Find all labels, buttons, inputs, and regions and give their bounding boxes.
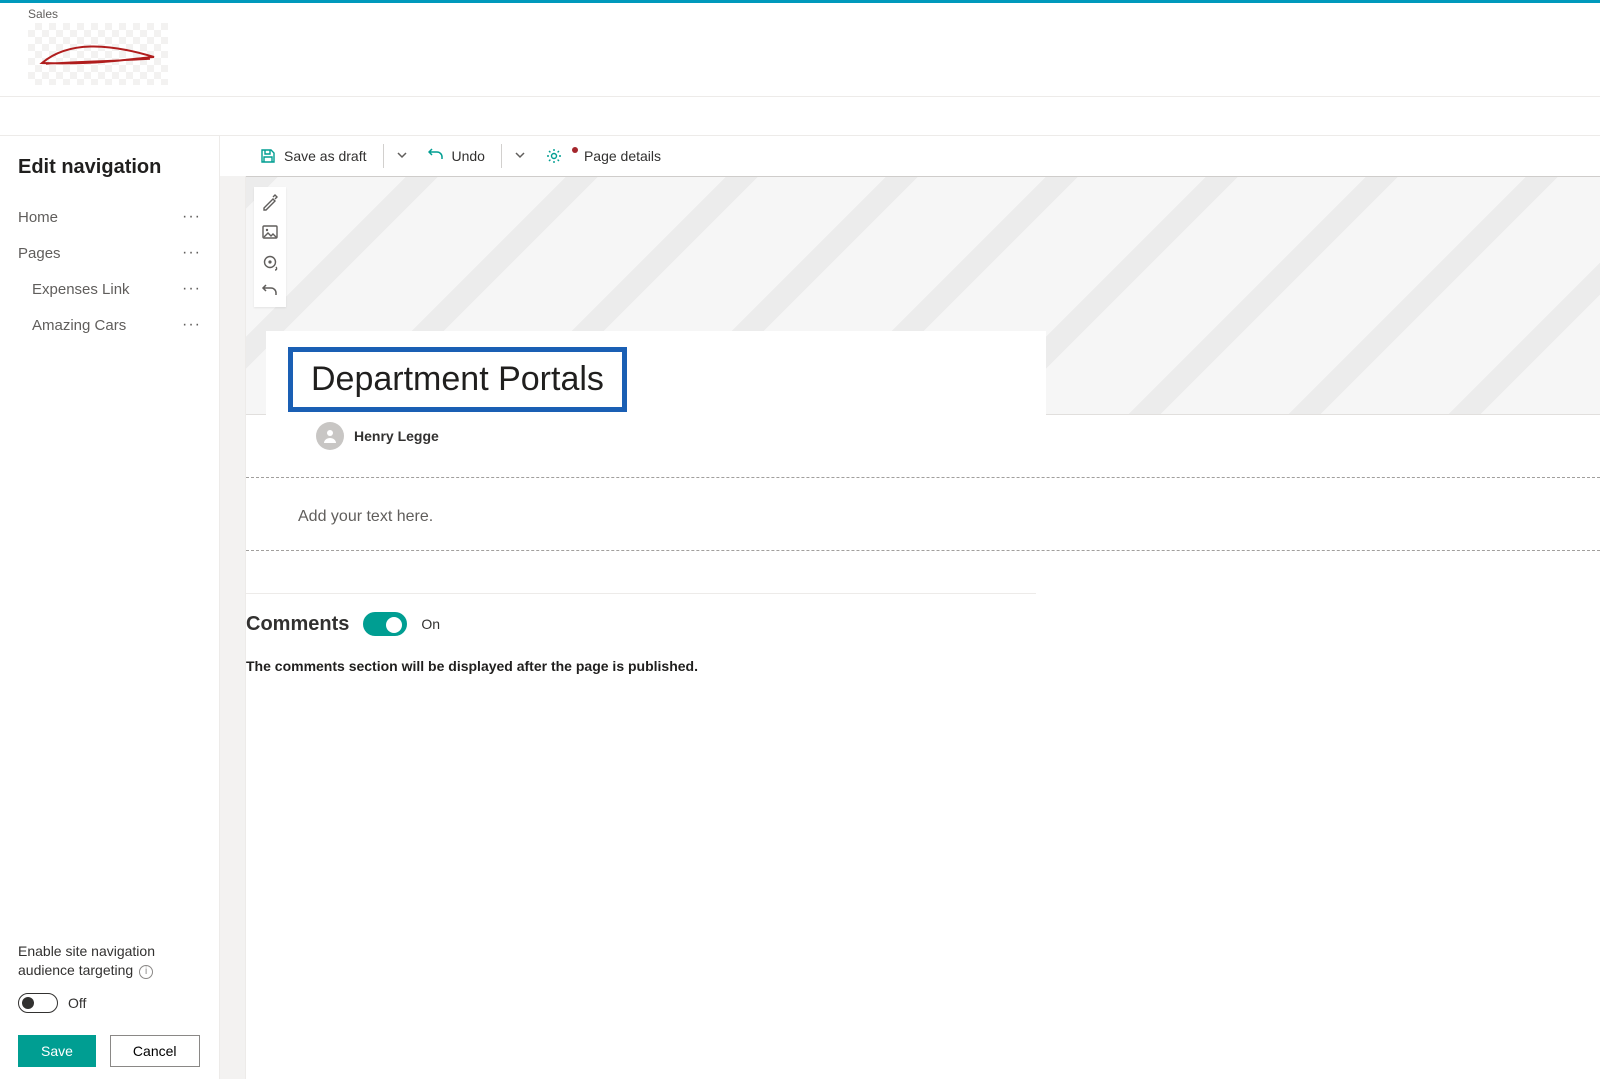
save-as-draft-label: Save as draft: [284, 148, 367, 164]
page-editor: Save as draft Undo Page details: [220, 136, 1600, 1079]
command-bar: Save as draft Undo Page details: [220, 136, 1600, 176]
site-header: Sales: [0, 3, 1600, 97]
title-area: Department Portals Henry Legge: [266, 331, 1046, 460]
nav-item-pages[interactable]: Pages ···: [18, 235, 211, 271]
site-name-label: Sales: [28, 7, 168, 21]
gear-icon: [546, 148, 562, 164]
undo-button[interactable]: Undo: [418, 142, 495, 170]
person-icon: [321, 427, 339, 445]
page-details-button[interactable]: Page details: [536, 142, 671, 170]
text-placeholder: Add your text here.: [298, 508, 433, 525]
nav-item-label: Home: [18, 209, 58, 226]
notification-dot-icon: [572, 147, 578, 153]
page-canvas: Department Portals Henry Legge +: [246, 176, 1600, 674]
canvas-gutter: [220, 176, 246, 1079]
edit-navigation-panel: Edit navigation Home ··· Pages ··· Expen…: [0, 136, 220, 1079]
more-icon[interactable]: ···: [182, 280, 209, 298]
chevron-down-icon: [396, 149, 408, 161]
site-logo[interactable]: [28, 23, 168, 85]
page-details-label: Page details: [584, 148, 661, 164]
nav-item-amazing-cars[interactable]: Amazing Cars ···: [18, 307, 211, 343]
nav-item-label: Pages: [18, 245, 61, 262]
audience-targeting-toggle[interactable]: [18, 993, 58, 1013]
comments-toggle-state: On: [421, 616, 440, 632]
sidebar-title: Edit navigation: [18, 156, 211, 179]
save-button[interactable]: Save: [18, 1035, 96, 1067]
focal-point-icon[interactable]: [261, 253, 279, 271]
header-side-toolbar: [254, 187, 286, 307]
undo-chevron[interactable]: [508, 144, 532, 168]
more-icon[interactable]: ···: [182, 244, 209, 262]
comments-note: The comments section will be displayed a…: [246, 658, 1036, 674]
nav-list: Home ··· Pages ··· Expenses Link ··· Ama…: [18, 199, 211, 343]
page-title-text: Department Portals: [311, 360, 604, 399]
save-icon: [260, 148, 276, 164]
nav-item-expenses-link[interactable]: Expenses Link ···: [18, 271, 211, 307]
cancel-button[interactable]: Cancel: [110, 1035, 200, 1067]
edit-icon[interactable]: [261, 193, 279, 211]
undo-icon: [428, 148, 444, 164]
separator: [501, 144, 502, 168]
info-icon[interactable]: i: [139, 965, 153, 979]
page-header-area[interactable]: Department Portals Henry Legge: [246, 177, 1600, 415]
nav-item-label: Expenses Link: [32, 281, 130, 298]
save-as-draft-button[interactable]: Save as draft: [250, 142, 377, 170]
audience-toggle-state: Off: [68, 995, 86, 1011]
save-draft-chevron[interactable]: [390, 144, 414, 168]
section-divider: +: [246, 477, 1600, 478]
section-divider: +: [246, 550, 1600, 551]
comments-heading: Comments: [246, 613, 349, 636]
undo-label: Undo: [452, 148, 485, 164]
more-icon[interactable]: ···: [182, 208, 209, 226]
reset-icon[interactable]: [261, 283, 279, 301]
nav-item-label: Amazing Cars: [32, 317, 126, 334]
avatar[interactable]: [316, 422, 344, 450]
image-icon[interactable]: [261, 223, 279, 241]
chevron-down-icon: [514, 149, 526, 161]
comments-toggle[interactable]: [363, 612, 407, 636]
text-webpart[interactable]: Add your text here.: [246, 478, 1600, 550]
separator: [383, 144, 384, 168]
audience-targeting-label: Enable site navigation audience targetin…: [18, 943, 155, 979]
more-icon[interactable]: ···: [182, 316, 209, 334]
comments-section: Comments On The comments section will be…: [246, 575, 1036, 674]
page-title-input[interactable]: Department Portals: [288, 347, 627, 412]
author-name: Henry Legge: [354, 428, 439, 444]
nav-item-home[interactable]: Home ···: [18, 199, 211, 235]
